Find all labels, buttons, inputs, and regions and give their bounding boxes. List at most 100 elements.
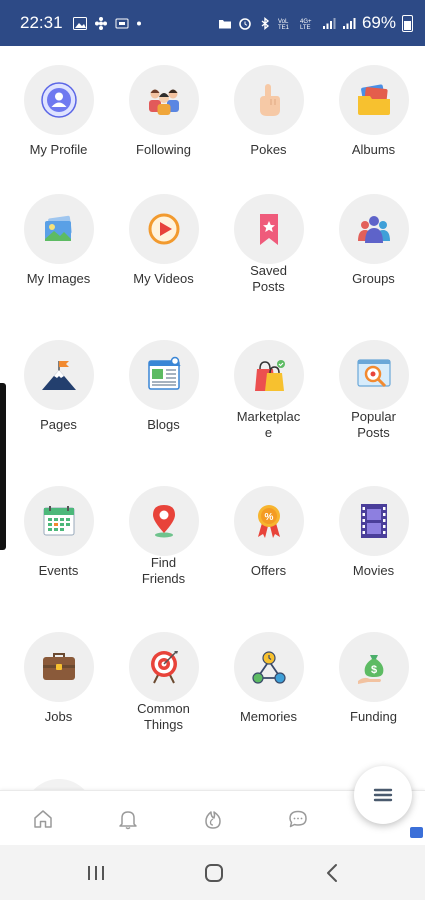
menu-item-icon-wrap bbox=[233, 194, 304, 264]
groups-icon bbox=[357, 216, 390, 243]
menu-item-label: My Videos bbox=[133, 271, 194, 286]
menu-item-pages[interactable]: Pages bbox=[6, 340, 111, 433]
svg-text:LTE: LTE bbox=[300, 25, 311, 30]
pinwheel-notification-icon bbox=[94, 16, 107, 30]
menu-item-icon-wrap bbox=[23, 194, 94, 264]
hamburger-icon bbox=[373, 788, 393, 802]
menu-item-label: Movies bbox=[352, 563, 395, 578]
recents-button[interactable] bbox=[81, 859, 111, 887]
back-icon bbox=[327, 864, 337, 882]
menu-item-label: Common Things bbox=[137, 701, 190, 732]
menu-item-label: Pages bbox=[40, 417, 77, 432]
menu-item-find-friends[interactable]: Find Friends bbox=[111, 486, 216, 587]
menu-item-icon-wrap: $ bbox=[338, 632, 409, 702]
alarm-icon bbox=[239, 17, 251, 30]
svg-text:%: % bbox=[264, 512, 273, 523]
menu-item-label: Marketplac e bbox=[236, 409, 301, 440]
menu-item-groups[interactable]: Groups bbox=[321, 194, 425, 287]
menu-item-saved-posts[interactable]: Saved Posts bbox=[216, 194, 321, 295]
nav-home-button[interactable] bbox=[29, 805, 57, 833]
menu-item-label: Following bbox=[136, 142, 191, 157]
menu-item-icon-wrap bbox=[128, 340, 199, 410]
menu-item-following[interactable]: Following bbox=[111, 65, 216, 158]
system-nav-bar bbox=[0, 845, 425, 900]
menu-item-icon-wrap bbox=[338, 194, 409, 264]
menu-item-label: Groups bbox=[352, 271, 395, 286]
hand-point-icon bbox=[259, 84, 280, 116]
image-icon bbox=[44, 215, 72, 241]
svg-text:TE1: TE1 bbox=[278, 25, 290, 30]
nav-trending-button[interactable] bbox=[199, 805, 227, 833]
film-strip-icon bbox=[360, 504, 387, 538]
menu-item-movies[interactable]: Movies bbox=[321, 486, 425, 579]
edge-panel-handle[interactable] bbox=[0, 383, 6, 550]
profile-icon bbox=[40, 82, 77, 118]
recents-icon bbox=[88, 866, 104, 880]
menu-fab-button[interactable] bbox=[354, 766, 412, 824]
menu-sheet: My Profile Following Pokes Albums My Ima… bbox=[0, 46, 425, 790]
menu-item-label: Blogs bbox=[147, 417, 180, 432]
signal-icon-2 bbox=[342, 17, 356, 29]
menu-item-label: Jobs bbox=[44, 709, 73, 724]
nav-messages-button[interactable] bbox=[284, 805, 312, 833]
menu-item-pokes[interactable]: Pokes bbox=[216, 65, 321, 158]
menu-item-icon-wrap bbox=[338, 340, 409, 410]
menu-item-label: My Images bbox=[26, 271, 91, 286]
menu-item-icon-wrap bbox=[128, 632, 199, 702]
shopping-bag-icon bbox=[254, 360, 285, 391]
svg-text:$: $ bbox=[370, 664, 376, 676]
menu-item-marketplace[interactable]: Marketplac e bbox=[216, 340, 321, 441]
menu-item-common-things[interactable]: Common Things bbox=[111, 632, 216, 733]
home-button-icon bbox=[205, 864, 223, 882]
menu-item-icon-wrap bbox=[23, 486, 94, 556]
chat-icon bbox=[289, 810, 307, 828]
bookmark-icon bbox=[259, 214, 278, 245]
menu-item-label: Funding bbox=[350, 709, 397, 724]
menu-item-label: Events bbox=[38, 563, 79, 578]
menu-item-jobs[interactable]: Jobs bbox=[6, 632, 111, 725]
menu-item-my-images[interactable]: My Images bbox=[6, 194, 111, 287]
menu-item-label: Pokes bbox=[250, 142, 287, 157]
menu-item-icon-wrap bbox=[23, 65, 94, 135]
dot-icon bbox=[136, 21, 141, 25]
people-icon bbox=[148, 89, 179, 115]
back-button[interactable] bbox=[318, 859, 348, 887]
menu-item-label: Albums bbox=[351, 142, 396, 157]
bluetooth-icon bbox=[261, 16, 270, 30]
menu-item-blogs[interactable]: Blogs bbox=[111, 340, 216, 433]
menu-item-icon-wrap bbox=[23, 632, 94, 702]
status-time: 22:31 bbox=[20, 13, 63, 32]
menu-item-icon-wrap bbox=[23, 340, 94, 410]
status-bar: 22:31 VoL TE1 4G+ LTE 69% bbox=[0, 0, 425, 46]
battery-icon bbox=[402, 14, 413, 32]
flag-mountain-icon bbox=[41, 361, 76, 390]
menu-item-label: Saved Posts bbox=[250, 263, 287, 294]
menu-item-icon-wrap bbox=[233, 340, 304, 410]
menu-item-icon-wrap bbox=[233, 632, 304, 702]
menu-item-events[interactable]: Events bbox=[6, 486, 111, 579]
menu-item-offers[interactable]: % Offers bbox=[216, 486, 321, 579]
status-notification-icons bbox=[72, 16, 142, 30]
menu-item-funding[interactable]: $ Funding bbox=[321, 632, 425, 725]
gallery-notification-icon bbox=[72, 16, 87, 30]
menu-item-my-profile[interactable]: My Profile bbox=[6, 65, 111, 158]
menu-item-icon-wrap bbox=[128, 194, 199, 264]
home-icon bbox=[34, 810, 52, 828]
menu-item-memories[interactable]: Memories bbox=[216, 632, 321, 725]
status-system-icons: VoL TE1 4G+ LTE 69% bbox=[218, 13, 413, 33]
discount-badge-icon: % bbox=[257, 505, 280, 538]
battery-percent: 69% bbox=[361, 13, 396, 32]
magnifier-icon bbox=[356, 359, 391, 388]
fire-icon bbox=[205, 811, 221, 829]
menu-item-label: Popular Posts bbox=[351, 409, 396, 440]
menu-item-popular-posts[interactable]: Popular Posts bbox=[321, 340, 425, 441]
home-button[interactable] bbox=[199, 859, 229, 887]
network-icon bbox=[251, 651, 286, 684]
menu-item-my-videos[interactable]: My Videos bbox=[111, 194, 216, 287]
nav-notifications-button[interactable] bbox=[114, 805, 142, 833]
menu-item-albums[interactable]: Albums bbox=[321, 65, 425, 158]
menu-item-icon-wrap: % bbox=[233, 486, 304, 556]
briefcase-icon bbox=[42, 653, 75, 680]
money-bag-icon: $ bbox=[357, 655, 383, 684]
menu-item-label: Offers bbox=[250, 563, 287, 578]
